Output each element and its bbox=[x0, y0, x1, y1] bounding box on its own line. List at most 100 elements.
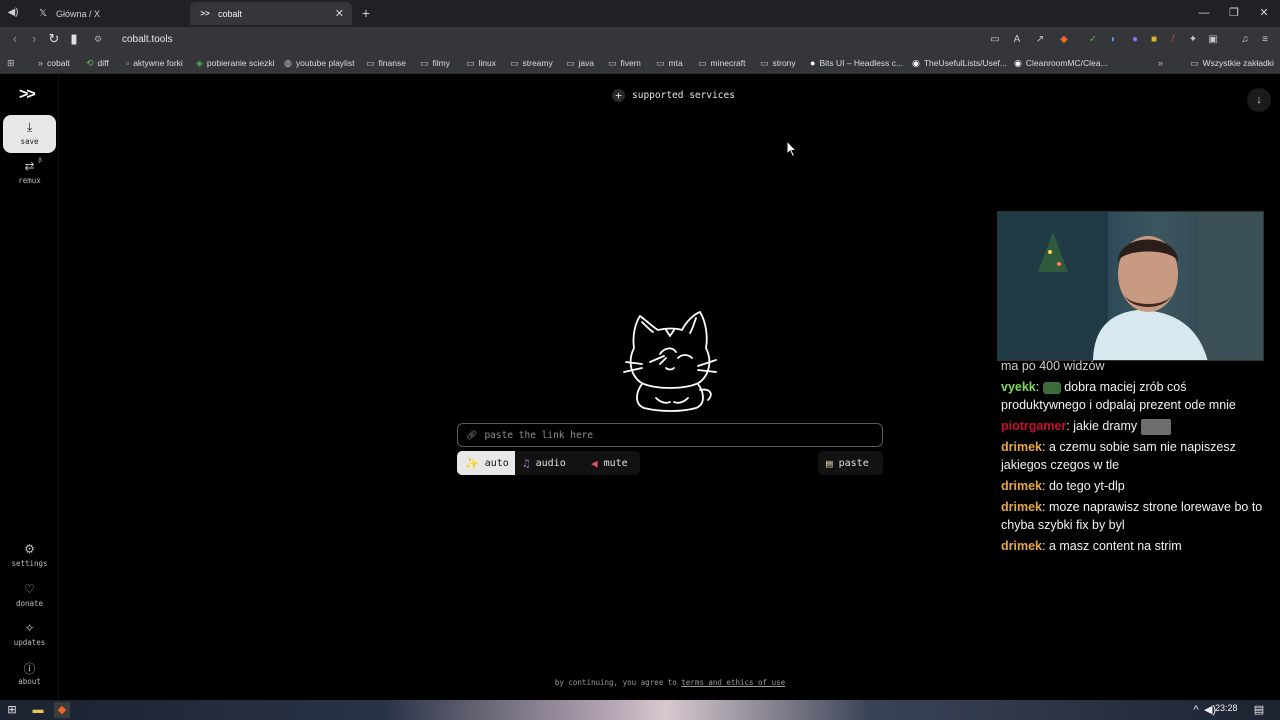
extension-icon[interactable]: / bbox=[1166, 33, 1180, 47]
folder-icon: ▭ bbox=[366, 57, 375, 68]
bookmark-folder-fivem[interactable]: ▭ fivem bbox=[608, 57, 641, 69]
chat-message: drimek: a masz content na strim bbox=[1001, 539, 1182, 553]
tab-cobalt[interactable]: >> cobalt ✕ bbox=[190, 2, 352, 25]
bookmark-folder-finanse[interactable]: ▭ finanse bbox=[366, 57, 406, 69]
github-icon: ◉ bbox=[912, 57, 920, 68]
clipboard-icon: ▤ bbox=[826, 456, 833, 470]
bookmark-diff[interactable]: ⟲ diff bbox=[86, 57, 109, 69]
gear-icon: ⚙ bbox=[24, 542, 35, 556]
restore-button[interactable]: ❐ bbox=[1224, 4, 1244, 22]
folder-icon: ▭ bbox=[656, 57, 665, 68]
bookmark-theusefullists[interactable]: ◉ TheUsefulLists/Usef... bbox=[912, 57, 1007, 69]
heart-icon: ♡ bbox=[24, 582, 35, 596]
all-bookmarks-folder[interactable]: ▭ Wszystkie zakładki bbox=[1190, 57, 1274, 69]
link-input-box[interactable]: 🔗︎ bbox=[457, 423, 883, 447]
bookmark-folder-strony[interactable]: ▭ strony bbox=[760, 57, 796, 69]
download-icon: ⤓ bbox=[26, 120, 33, 134]
chat-partial-line: ma po 400 widzów bbox=[1001, 359, 1105, 373]
mode-mute-button[interactable]: ◀ mute bbox=[583, 451, 640, 475]
download-update-button[interactable]: ↓ bbox=[1247, 88, 1271, 112]
minimize-button[interactable]: — bbox=[1194, 4, 1214, 22]
supported-services-button[interactable]: + supported services bbox=[612, 89, 735, 102]
arrow-down-icon: ↓ bbox=[1256, 94, 1262, 106]
bookmark-folder-minecraft[interactable]: ▭ minecraft bbox=[698, 57, 745, 69]
paste-button[interactable]: ▤ paste bbox=[818, 451, 883, 475]
new-tab-button[interactable]: + bbox=[358, 4, 374, 22]
sidebar-item-updates[interactable]: ✧ updates bbox=[3, 616, 56, 654]
close-tab-icon[interactable]: ✕ bbox=[335, 7, 344, 20]
address-bar[interactable]: ⚙ cobalt.tools bbox=[86, 29, 1086, 50]
link-icon: 🔗︎ bbox=[466, 429, 478, 440]
translate-icon[interactable]: A bbox=[1010, 33, 1024, 47]
forward-button[interactable]: › bbox=[25, 30, 43, 48]
site-info-icon[interactable]: ⚙ bbox=[94, 34, 112, 45]
folder-icon: ▭ bbox=[698, 57, 707, 68]
share-icon[interactable]: ↗ bbox=[1033, 33, 1047, 47]
webcam-image bbox=[998, 212, 1263, 360]
green-shield-icon: ◈ bbox=[196, 57, 203, 68]
clock[interactable]: 23:28 bbox=[1215, 703, 1238, 713]
bookmark-folder-streamy[interactable]: ▭ streamy bbox=[510, 57, 553, 69]
bookmark-folder-filmy[interactable]: ▭ filmy bbox=[420, 57, 450, 69]
extension-icon[interactable]: ◗ bbox=[1106, 33, 1120, 47]
bookmark-cleanroommc[interactable]: ◉ CleanroomMC/Clea... bbox=[1014, 57, 1108, 69]
media-icon[interactable]: ♫ bbox=[1238, 33, 1252, 47]
notifications-icon[interactable]: ▤ bbox=[1251, 702, 1267, 718]
cobalt-logo[interactable]: >> bbox=[19, 86, 36, 104]
folder-icon: ▭ bbox=[760, 57, 769, 68]
windows-start-icon[interactable]: ⊞ bbox=[4, 702, 20, 718]
more-bookmarks-chevron-icon[interactable]: » bbox=[1158, 57, 1167, 69]
brave-shield-icon[interactable]: ◆ bbox=[1057, 33, 1071, 47]
audio-playing-icon[interactable]: ◀) bbox=[4, 4, 22, 22]
close-window-button[interactable]: ✕ bbox=[1254, 4, 1274, 22]
sidebar-panel-icon[interactable]: ▣ bbox=[1206, 33, 1220, 47]
tab-x[interactable]: 𝕏 Główna / X bbox=[28, 2, 190, 25]
back-button[interactable]: ‹ bbox=[6, 30, 24, 48]
bookmark-folder-mta[interactable]: ▭ mta bbox=[656, 57, 683, 69]
file-explorer-icon[interactable]: ▬ bbox=[30, 702, 46, 718]
chat-message: drimek: a czemu sobie sam nie napiszesz … bbox=[1001, 440, 1236, 472]
check-extension-icon[interactable]: ✓ bbox=[1086, 33, 1100, 47]
chat-message: drimek: do tego yt-dlp bbox=[1001, 479, 1125, 493]
folder-icon: ▭ bbox=[510, 57, 519, 68]
bookmark-cobalt[interactable]: » cobalt bbox=[38, 57, 70, 69]
apps-grid-icon[interactable]: ⊞ bbox=[7, 57, 19, 69]
beta-badge: β bbox=[38, 157, 42, 164]
reload-button[interactable]: ↻ bbox=[45, 30, 63, 48]
sidebar-item-settings[interactable]: ⚙ settings bbox=[3, 537, 56, 575]
mode-auto-button[interactable]: ✨ auto bbox=[457, 451, 515, 475]
sparkle-icon: ✧ bbox=[24, 621, 35, 635]
chat-message: vyekk: dobra maciej zrób coś produktywne… bbox=[1001, 380, 1236, 412]
sparkles-icon: ✨ bbox=[465, 456, 479, 470]
sidebar-item-save[interactable]: ⤓ save bbox=[3, 115, 56, 153]
bookmark-youtube-playlist[interactable]: ◍ youtube playlist bbox=[284, 57, 354, 69]
link-input[interactable] bbox=[484, 429, 865, 441]
sidebar-item-about[interactable]: ⓘ about bbox=[3, 655, 56, 693]
folder-icon: ▭ bbox=[608, 57, 617, 68]
folder-icon: ▭ bbox=[466, 57, 475, 68]
brave-browser-icon[interactable]: ◆ bbox=[54, 702, 70, 718]
terms-link[interactable]: terms and ethics of use bbox=[681, 678, 785, 687]
chat-emote-icon bbox=[1140, 418, 1171, 435]
bookmark-bits-ui[interactable]: ● Bits UI – Headless c... bbox=[810, 57, 903, 69]
sidebar-item-remux[interactable]: β ⇄ remux bbox=[3, 154, 56, 192]
cobalt-mascot-cat bbox=[623, 311, 717, 412]
bookmark-folder-java[interactable]: ▭ java bbox=[566, 57, 594, 69]
folder-icon: ▭ bbox=[1190, 57, 1199, 68]
cast-icon[interactable]: ▭ bbox=[988, 33, 1002, 47]
bookmark-folder-linux[interactable]: ▭ linux bbox=[466, 57, 496, 69]
webcam-overlay bbox=[997, 211, 1264, 361]
mouse-cursor-icon bbox=[786, 140, 798, 158]
extensions-puzzle-icon[interactable]: ✦ bbox=[1186, 33, 1200, 47]
github-icon: ◉ bbox=[1014, 57, 1022, 68]
bookmark-icon[interactable]: ▮ bbox=[65, 30, 83, 48]
browser-tab-bar: ◀) 𝕏 Główna / X >> cobalt ✕ + — ❐ ✕ bbox=[0, 0, 1280, 27]
menu-icon[interactable]: ≡ bbox=[1258, 33, 1272, 47]
extension-badge-icon[interactable]: ● bbox=[1128, 33, 1142, 47]
sidebar-item-donate[interactable]: ♡ donate bbox=[3, 577, 56, 615]
url-text: cobalt.tools bbox=[122, 34, 173, 45]
bookmark-aktywne-forki[interactable]: ▫ aktywne forki bbox=[126, 57, 183, 69]
bookmark-pobieranie-sciezki[interactable]: ◈ pobieranie sciezki bbox=[196, 57, 275, 69]
mode-audio-button[interactable]: ♫ audio bbox=[515, 451, 583, 475]
extension-icon[interactable]: ■ bbox=[1147, 33, 1161, 47]
